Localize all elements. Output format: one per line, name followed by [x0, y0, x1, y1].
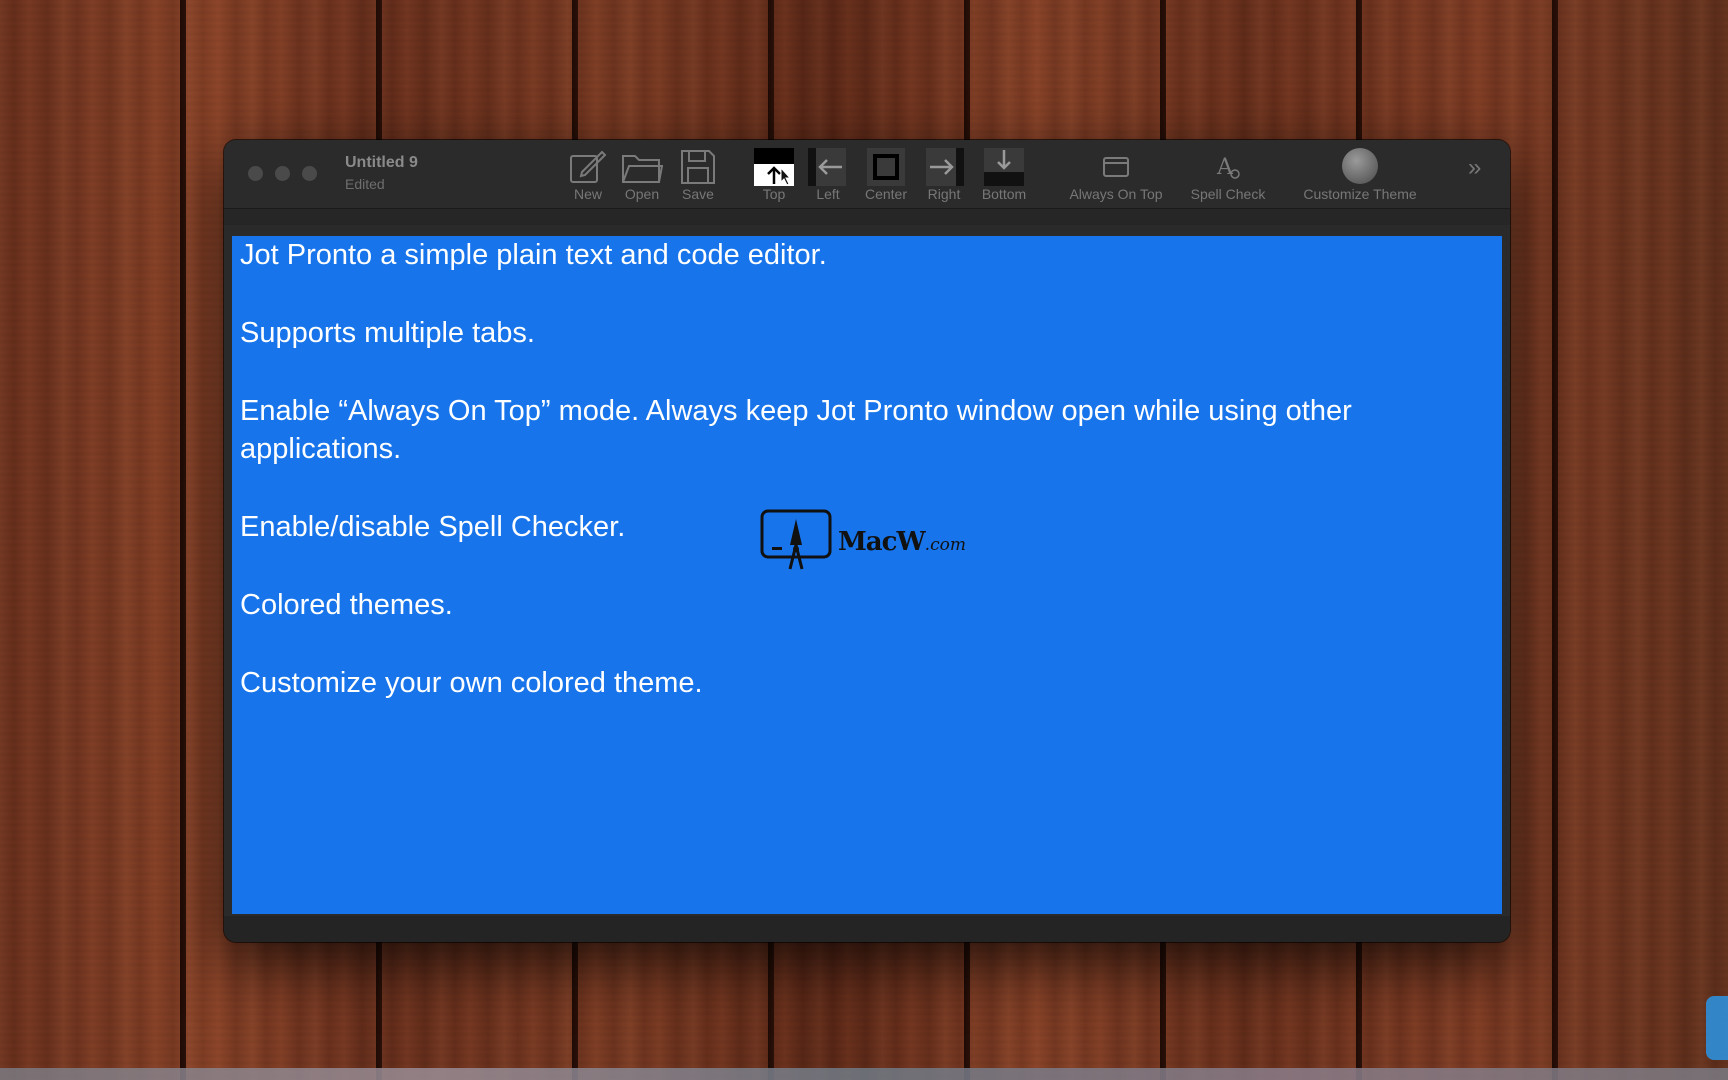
editor-line: applications.	[240, 433, 402, 465]
arrow-up-icon	[754, 148, 794, 186]
arrow-right-icon	[926, 148, 964, 186]
editor-line: Supports multiple tabs.	[240, 317, 535, 349]
folder-icon	[622, 155, 663, 183]
always-on-top-button[interactable]: Always On Top	[1060, 148, 1172, 204]
new-label: New	[573, 186, 602, 202]
customize-theme-label: Customize Theme	[1303, 186, 1417, 202]
new-document-icon	[570, 150, 607, 183]
toolbar-overflow-button[interactable]: »	[1468, 154, 1481, 182]
minimize-window-button[interactable]	[275, 166, 290, 181]
editor-line: Colored themes.	[240, 589, 453, 621]
bottom-label: Bottom	[981, 186, 1027, 202]
monitor-logo-icon	[760, 509, 832, 570]
zoom-window-button[interactable]	[302, 166, 317, 181]
save-button[interactable]: Save	[670, 148, 726, 204]
arrow-left-icon	[808, 148, 846, 186]
always-on-top-label: Always On Top	[1069, 186, 1163, 202]
customize-theme-button[interactable]: Customize Theme	[1290, 148, 1430, 204]
text-editor[interactable]: Jot Pronto a simple plain text and code …	[232, 236, 1502, 914]
position-center-button[interactable]: Center	[856, 148, 916, 204]
close-window-button[interactable]	[248, 166, 263, 181]
theme-circle-icon	[1342, 148, 1378, 184]
document-title: Untitled 9	[345, 154, 418, 171]
watermark-brand: MacW	[838, 527, 926, 557]
position-right-button[interactable]: Right	[914, 148, 974, 204]
editor-line: Enable “Always On Top” mode. Always keep…	[240, 395, 1352, 427]
status-bar	[224, 916, 1510, 942]
open-label: Open	[624, 186, 660, 202]
new-button[interactable]: New	[560, 148, 616, 204]
window-icon	[1103, 157, 1129, 177]
position-top-button[interactable]: Top	[746, 148, 802, 204]
left-label: Left	[816, 186, 840, 202]
watermark-text: MacW.com	[838, 527, 966, 557]
spell-check-label: Spell Check	[1190, 186, 1266, 202]
open-button[interactable]: Open	[614, 148, 670, 204]
center-square-icon	[867, 148, 905, 186]
macw-watermark: MacW.com	[760, 509, 966, 573]
tab-strip	[224, 209, 1510, 225]
save-label: Save	[682, 186, 714, 202]
position-bottom-button[interactable]: Bottom	[972, 148, 1036, 204]
center-label: Center	[864, 186, 908, 202]
floppy-disk-icon	[681, 150, 715, 184]
spell-check-button[interactable]: A Spell Check	[1180, 148, 1276, 204]
editor-line: Enable/disable Spell Checker.	[240, 511, 626, 543]
editor-line: Jot Pronto a simple plain text and code …	[240, 239, 827, 271]
document-status: Edited	[345, 176, 385, 192]
editor-line: Customize your own colored theme.	[240, 667, 703, 699]
right-label: Right	[927, 186, 961, 202]
top-label: Top	[762, 186, 786, 202]
watermark-suffix: .com	[924, 535, 966, 555]
dock	[0, 1068, 1728, 1080]
spell-check-icon: A	[1216, 155, 1240, 180]
arrow-down-icon	[984, 148, 1024, 186]
dock-item-partial[interactable]	[1706, 996, 1728, 1060]
titlebar: Untitled 9 Edited New Open Save Top Left…	[224, 140, 1510, 209]
position-left-button[interactable]: Left	[800, 148, 856, 204]
